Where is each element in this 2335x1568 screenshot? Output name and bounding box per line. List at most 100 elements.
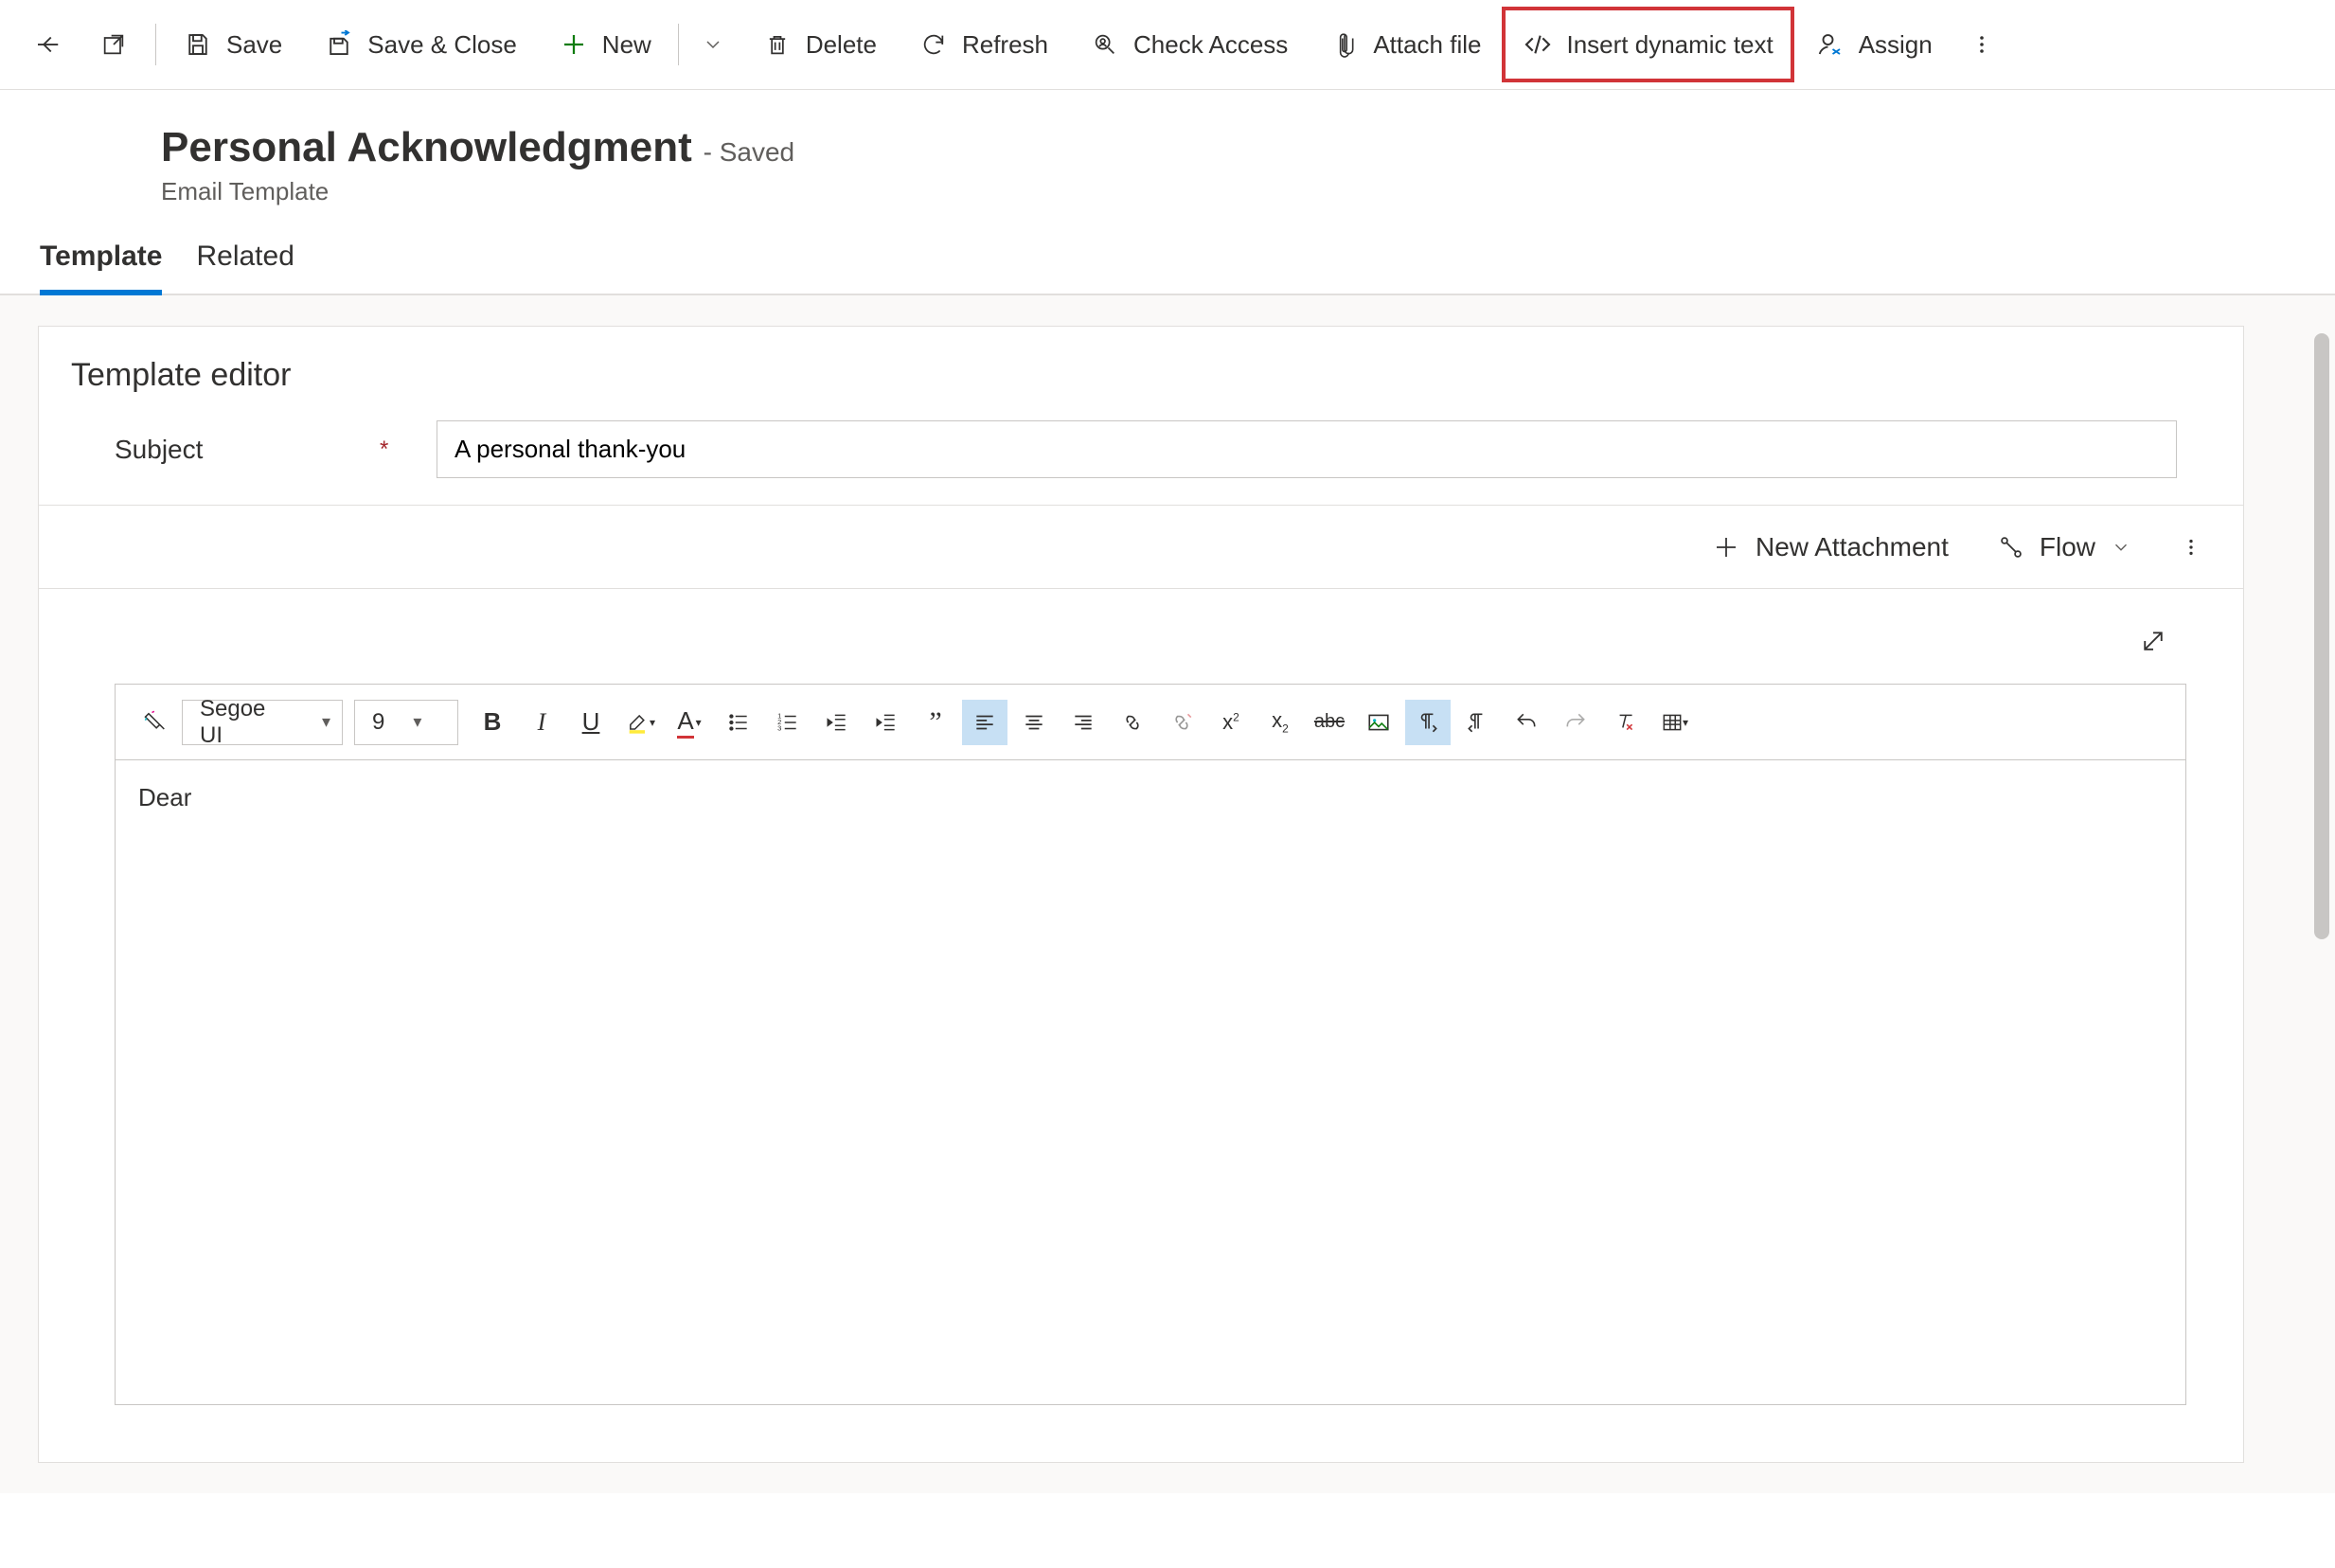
save-close-button[interactable]: Save & Close bbox=[303, 16, 538, 73]
rte-toolbar: Segoe UI ▾ 9 ▾ B I U ▾ A ▾ bbox=[116, 685, 2185, 760]
content-area: Template editor Subject * New Attachment… bbox=[0, 295, 2335, 1493]
check-access-button[interactable]: Check Access bbox=[1069, 16, 1309, 73]
align-center-button[interactable] bbox=[1011, 700, 1057, 745]
align-right-button[interactable] bbox=[1061, 700, 1106, 745]
check-access-icon bbox=[1090, 29, 1120, 60]
paperclip-icon bbox=[1329, 29, 1360, 60]
bold-button[interactable]: B bbox=[470, 700, 515, 745]
saved-indicator: - Saved bbox=[704, 137, 795, 167]
expand-row bbox=[39, 589, 2243, 684]
delete-label: Delete bbox=[806, 30, 877, 60]
format-painter-button[interactable] bbox=[133, 700, 178, 745]
flow-button[interactable]: Flow bbox=[1975, 519, 2154, 576]
font-color-button[interactable]: A ▾ bbox=[667, 700, 712, 745]
page-title: Personal Acknowledgment bbox=[161, 124, 692, 170]
chevron-down-icon bbox=[2111, 537, 2131, 558]
trash-icon bbox=[762, 29, 793, 60]
chevron-down-icon bbox=[698, 29, 728, 60]
subject-field-row: Subject * bbox=[39, 420, 2243, 506]
new-attachment-label: New Attachment bbox=[1756, 532, 1949, 562]
template-editor-card: Template editor Subject * New Attachment… bbox=[38, 326, 2244, 1463]
check-access-label: Check Access bbox=[1133, 30, 1288, 60]
section-title: Template editor bbox=[39, 349, 2243, 420]
underline-button[interactable]: U bbox=[568, 700, 614, 745]
attachment-bar: New Attachment Flow bbox=[39, 506, 2243, 589]
code-icon bbox=[1523, 29, 1553, 60]
font-size-value: 9 bbox=[355, 709, 401, 736]
insert-image-button[interactable] bbox=[1356, 700, 1401, 745]
popout-button[interactable] bbox=[78, 16, 150, 73]
increase-indent-button[interactable] bbox=[864, 700, 909, 745]
plus-icon bbox=[1712, 533, 1740, 561]
clear-format-button[interactable] bbox=[1602, 700, 1648, 745]
new-dropdown[interactable] bbox=[685, 16, 741, 73]
insert-dynamic-label: Insert dynamic text bbox=[1566, 30, 1773, 60]
align-left-button[interactable] bbox=[962, 700, 1007, 745]
italic-button[interactable]: I bbox=[519, 700, 564, 745]
blockquote-button[interactable]: ” bbox=[913, 700, 958, 745]
new-attachment-button[interactable]: New Attachment bbox=[1689, 519, 1971, 576]
popout-icon bbox=[98, 29, 129, 60]
save-label: Save bbox=[226, 30, 282, 60]
rich-text-editor: Segoe UI ▾ 9 ▾ B I U ▾ A ▾ bbox=[115, 684, 2186, 1405]
refresh-button[interactable]: Refresh bbox=[898, 16, 1069, 73]
more-vertical-icon bbox=[2181, 534, 2201, 561]
highlight-color-button[interactable]: ▾ bbox=[617, 700, 663, 745]
arrow-left-icon bbox=[32, 29, 62, 60]
refresh-icon bbox=[918, 29, 949, 60]
tab-template[interactable]: Template bbox=[40, 241, 162, 295]
delete-button[interactable]: Delete bbox=[741, 16, 898, 73]
attach-file-button[interactable]: Attach file bbox=[1309, 16, 1502, 73]
save-button[interactable]: Save bbox=[162, 16, 303, 73]
required-indicator: * bbox=[380, 437, 437, 463]
attach-file-label: Attach file bbox=[1373, 30, 1481, 60]
plus-icon bbox=[559, 29, 589, 60]
insert-dynamic-text-button[interactable]: Insert dynamic text bbox=[1502, 7, 1793, 82]
assign-label: Assign bbox=[1859, 30, 1933, 60]
caret-down-icon: ▾ bbox=[311, 712, 342, 732]
font-family-select[interactable]: Segoe UI ▾ bbox=[182, 700, 343, 745]
caret-down-icon: ▾ bbox=[401, 712, 433, 732]
insert-table-button[interactable]: ▾ bbox=[1651, 700, 1697, 745]
body-text: Dear bbox=[138, 783, 191, 811]
superscript-button[interactable]: x2 bbox=[1208, 700, 1254, 745]
ltr-button[interactable] bbox=[1405, 700, 1451, 745]
subject-input[interactable] bbox=[437, 420, 2177, 478]
font-size-select[interactable]: 9 ▾ bbox=[354, 700, 458, 745]
expand-button[interactable] bbox=[2139, 627, 2167, 655]
editor-body[interactable]: Dear bbox=[116, 760, 2185, 1404]
rtl-button[interactable] bbox=[1454, 700, 1500, 745]
new-button[interactable]: New bbox=[538, 16, 672, 73]
save-close-icon bbox=[324, 29, 354, 60]
page-header: Personal Acknowledgment - Saved Email Te… bbox=[0, 90, 2335, 206]
remove-link-button[interactable] bbox=[1159, 700, 1204, 745]
numbered-list-button[interactable]: 123 bbox=[765, 700, 811, 745]
scrollbar[interactable] bbox=[2314, 333, 2329, 939]
more-vertical-icon bbox=[1967, 29, 1997, 60]
decrease-indent-button[interactable] bbox=[814, 700, 860, 745]
subject-label: Subject bbox=[115, 435, 380, 465]
strikethrough-button[interactable]: abc bbox=[1307, 700, 1352, 745]
new-label: New bbox=[602, 30, 651, 60]
bulleted-list-button[interactable] bbox=[716, 700, 761, 745]
insert-link-button[interactable] bbox=[1110, 700, 1155, 745]
subscript-button[interactable]: x2 bbox=[1257, 700, 1303, 745]
svg-text:3: 3 bbox=[777, 723, 781, 732]
save-close-label: Save & Close bbox=[367, 30, 517, 60]
command-bar: Save Save & Close New Delete Refresh bbox=[0, 0, 2335, 90]
tab-related[interactable]: Related bbox=[196, 241, 294, 294]
flow-label: Flow bbox=[2040, 532, 2095, 562]
refresh-label: Refresh bbox=[962, 30, 1048, 60]
font-family-value: Segoe UI bbox=[183, 696, 311, 749]
overflow-button[interactable] bbox=[1953, 16, 2010, 73]
separator bbox=[155, 24, 156, 65]
undo-button[interactable] bbox=[1504, 700, 1549, 745]
attachment-overflow-button[interactable] bbox=[2158, 519, 2224, 576]
assign-button[interactable]: Assign bbox=[1794, 16, 1953, 73]
assign-icon bbox=[1815, 29, 1845, 60]
entity-type-label: Email Template bbox=[161, 177, 2335, 206]
redo-button[interactable] bbox=[1553, 700, 1598, 745]
save-icon bbox=[183, 29, 213, 60]
flow-icon bbox=[1998, 534, 2024, 561]
back-button[interactable] bbox=[17, 16, 78, 73]
